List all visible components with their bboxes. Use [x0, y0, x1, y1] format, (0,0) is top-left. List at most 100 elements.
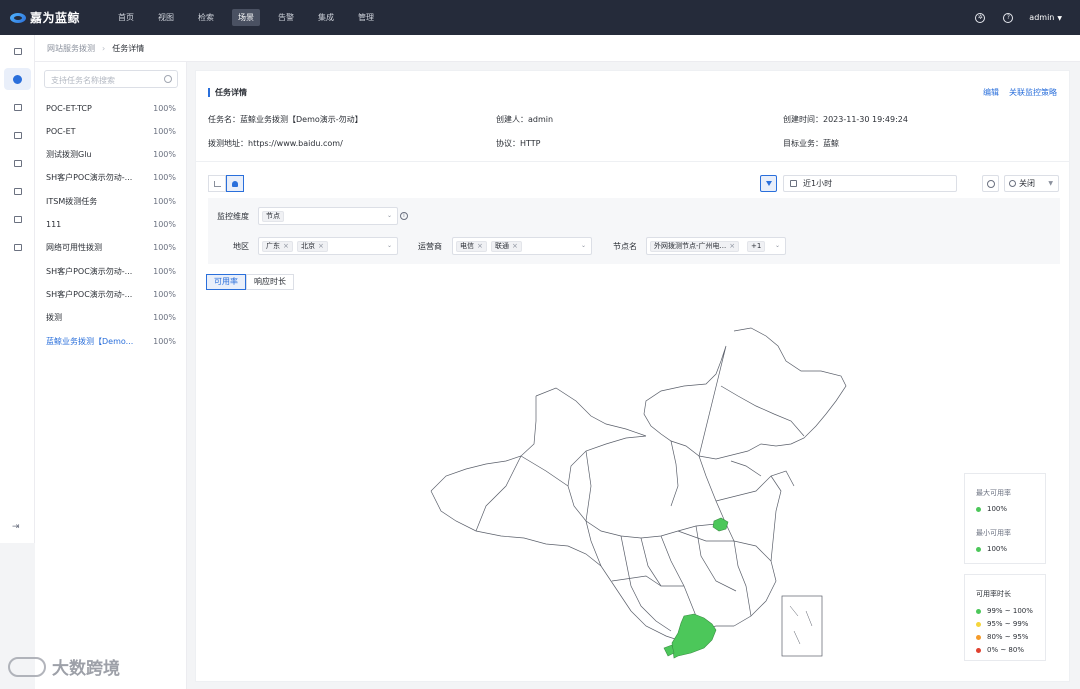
protocol-field: 协议：HTTP [496, 139, 541, 148]
rail-item-3[interactable] [4, 96, 31, 118]
target-biz-field: 目标业务：蓝鲸 [783, 139, 839, 148]
tab-availability[interactable]: 可用率 [206, 274, 246, 290]
rail-layers[interactable] [4, 40, 31, 62]
dashboard-icon [13, 187, 22, 195]
rail-uptime-check[interactable] [4, 68, 31, 90]
nav-home[interactable]: 首页 [112, 9, 140, 26]
region-tag[interactable]: 广东 × [262, 241, 293, 252]
min-availability-row: 100% [976, 545, 1007, 553]
link-policy-link[interactable]: 关联监控策略 [1009, 87, 1057, 98]
close-icon[interactable]: × [477, 242, 483, 250]
logo[interactable]: 嘉为蓝鲸 [10, 9, 110, 26]
green-dot-icon [976, 506, 981, 512]
task-list-item[interactable]: SH客户POC演示勿动-... 100% [46, 287, 176, 301]
icon-sidebar: ⇥ [0, 35, 35, 543]
region-beijing[interactable] [712, 517, 729, 532]
availability-extremes-legend: 最大可用率 100% 最小可用率 100% [964, 473, 1046, 564]
isp-select[interactable]: 电信 × 联通 × ⌄ [452, 237, 592, 255]
task-name: 网络可用性拨测 [46, 243, 102, 253]
task-search-input[interactable]: 支持任务名称搜索 [44, 70, 178, 88]
task-list-item[interactable]: 蓝鲸业务拨测【Demo... 100% [46, 334, 176, 348]
task-list-item[interactable]: POC-ET-TCP 100% [46, 101, 176, 115]
task-list-item[interactable]: 111 100% [46, 218, 176, 232]
chart-view-button[interactable] [208, 175, 226, 192]
task-list-item[interactable]: 网络可用性拨测 100% [46, 241, 176, 255]
node-tag-label: 外网拨测节点-广州电... [654, 242, 727, 250]
rail-item-7[interactable] [4, 208, 31, 230]
availability-range-legend: 可用率时长 99% ~ 100% 95% ~ 99% 80% ~ 95% 0% … [964, 574, 1046, 661]
clock-icon [1009, 180, 1016, 187]
edit-link[interactable]: 编辑 [983, 87, 999, 98]
close-icon[interactable]: × [729, 242, 735, 250]
nav-view[interactable]: 视图 [152, 9, 180, 26]
province-borders [430, 327, 847, 642]
collapse-sidebar-icon[interactable]: ⇥ [12, 522, 20, 532]
close-icon[interactable]: × [318, 242, 324, 250]
task-name-field: 任务名：蓝鲸业务拨测【Demo演示-勿动】 [208, 115, 363, 124]
nav-manage[interactable]: 管理 [352, 9, 380, 26]
task-availability: 100% [153, 336, 176, 346]
bar-chart-icon [213, 180, 221, 187]
min-availability-title: 最小可用率 [976, 529, 1011, 537]
close-icon[interactable]: × [283, 242, 289, 250]
region-hainan [663, 644, 675, 657]
dimension-select[interactable]: 节点 ⌄ [258, 207, 398, 225]
help-icon[interactable]: ? [1003, 12, 1014, 23]
task-list-item[interactable]: SH客户POC演示勿动-... 100% [46, 171, 176, 185]
nav-integration[interactable]: 集成 [312, 9, 340, 26]
section-title: 任务详情 [208, 87, 247, 98]
isp-tag[interactable]: 联通 × [491, 241, 522, 252]
auto-refresh-select[interactable]: 关闭 ▼ [1004, 175, 1059, 192]
range-legend-item[interactable]: 80% ~ 95% [976, 633, 1028, 641]
refresh-button[interactable] [982, 175, 999, 192]
watermark: 大数跨境 [8, 654, 120, 679]
rail-item-4[interactable] [4, 124, 31, 146]
chevron-down-icon: ▼ [1057, 15, 1062, 22]
range-legend-item[interactable]: 0% ~ 80% [976, 646, 1024, 654]
region-tag-label: 广东 [266, 242, 280, 250]
nav-alert[interactable]: 告警 [272, 9, 300, 26]
breadcrumb-parent[interactable]: 网站服务拨测 [47, 43, 95, 54]
region-select[interactable]: 广东 × 北京 × ⌄ [258, 237, 398, 255]
task-list-item[interactable]: 测试拨测Glu 100% [46, 148, 176, 162]
task-name: 111 [46, 220, 62, 229]
max-availability-row: 100% [976, 505, 1007, 513]
settings-icon[interactable]: ✲ [975, 12, 986, 23]
nav-search[interactable]: 检索 [192, 9, 220, 26]
range-legend-label: 0% ~ 80% [987, 646, 1024, 654]
node-select[interactable]: 外网拨测节点-广州电... × +1 ⌄ [646, 237, 786, 255]
task-availability: 100% [153, 150, 176, 160]
rail-item-8[interactable] [4, 236, 31, 258]
time-range-picker[interactable]: 近1小时 [783, 175, 957, 192]
rail-item-6[interactable] [4, 180, 31, 202]
tab-response-time[interactable]: 响应时长 [246, 274, 294, 290]
rail-item-5[interactable] [4, 152, 31, 174]
node-tag[interactable]: 外网拨测节点-广州电... × [650, 241, 740, 252]
range-legend-item[interactable]: 99% ~ 100% [976, 607, 1033, 615]
isp-tag[interactable]: 电信 × [456, 241, 487, 252]
user-menu[interactable]: admin ▼ [1029, 13, 1062, 22]
red-dot-icon [976, 647, 981, 653]
search-icon[interactable] [164, 75, 172, 83]
task-list-item[interactable]: POC-ET 100% [46, 124, 176, 138]
task-list-item[interactable]: SH客户POC演示勿动-... 100% [46, 264, 176, 278]
task-list-item[interactable]: 拨测 100% [46, 311, 176, 325]
region-tag[interactable]: 北京 × [297, 241, 328, 252]
region-guangdong[interactable] [671, 613, 717, 659]
task-list-item[interactable]: ITSM拨测任务 100% [46, 194, 176, 208]
node-more-tag[interactable]: +1 [747, 241, 766, 252]
filter-button[interactable] [760, 175, 777, 192]
isp-tag-label: 联通 [495, 242, 509, 250]
task-availability: 100% [153, 266, 176, 276]
filter-panel: 监控维度 节点 ⌄ i 地区 广东 × 北京 × ⌄ 运营商 电信 × 联通 × ⌄ 节… [208, 198, 1060, 264]
globe-icon [13, 74, 22, 84]
nav-scene[interactable]: 场景 [232, 9, 260, 26]
top-navbar: 嘉为蓝鲸 首页 视图 检索 场景 告警 集成 管理 ✲ ? admin ▼ [0, 0, 1080, 35]
info-icon[interactable]: i [400, 212, 408, 220]
map-view-button[interactable] [226, 175, 244, 192]
close-icon[interactable]: × [512, 242, 518, 250]
range-legend-item[interactable]: 95% ~ 99% [976, 620, 1028, 628]
user-name: admin [1029, 13, 1055, 22]
task-availability: 100% [153, 313, 176, 323]
watermark-logo-icon [8, 656, 46, 677]
